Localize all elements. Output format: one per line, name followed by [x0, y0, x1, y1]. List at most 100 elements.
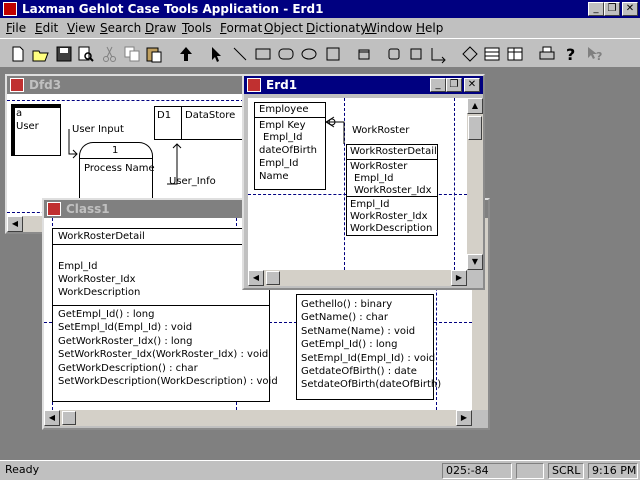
pointer-icon[interactable] — [206, 44, 226, 64]
class-method: GetWorkRoster_Idx() : long — [58, 336, 193, 347]
scroll-right-button[interactable]: ▶ — [456, 410, 472, 426]
scroll-thumb[interactable] — [62, 411, 76, 425]
save-icon[interactable] — [54, 44, 74, 64]
copy-icon[interactable] — [122, 44, 142, 64]
erd-window-icon[interactable] — [247, 78, 261, 92]
square-icon[interactable] — [323, 44, 343, 64]
scroll-thumb[interactable] — [266, 271, 280, 285]
menu-draw[interactable]: Draw — [145, 21, 176, 35]
printer-icon[interactable] — [537, 44, 557, 64]
class-method: SetEmpl_Id(Empl_Id) : void — [58, 322, 193, 333]
scroll-up-button[interactable]: ▲ — [467, 98, 483, 114]
status-text: Ready — [5, 463, 40, 476]
class-attribute: WorkDescription — [58, 287, 141, 298]
dfd-window-icon[interactable] — [10, 78, 24, 92]
paste-icon[interactable] — [144, 44, 164, 64]
flow-label-user-info: User_Info — [169, 176, 216, 187]
class-method: GetEmpl_Id() : long — [301, 339, 398, 350]
status-coordinates: 025:-84 — [442, 463, 512, 479]
class-name: WorkRosterDetail — [58, 231, 145, 242]
class-method: Gethello() : binary — [301, 299, 393, 310]
scroll-left-button[interactable]: ◀ — [7, 216, 23, 232]
class-method: GetdateOfBirth() : date — [301, 366, 417, 377]
diamond-icon[interactable] — [460, 44, 480, 64]
erd1-title-bar[interactable]: Erd1 _ ❐ ✕ — [244, 76, 483, 94]
menu-window[interactable]: Window — [365, 21, 412, 35]
scroll-right-button[interactable]: ▶ — [451, 270, 467, 286]
close-button[interactable]: ✕ — [622, 2, 638, 16]
print-preview-icon[interactable] — [76, 44, 96, 64]
erd1-minimize-button[interactable]: _ — [430, 78, 446, 92]
class-attribute: WorkRoster_Idx — [58, 274, 136, 285]
process-bubble[interactable]: 1 Process Name — [79, 142, 155, 198]
scroll-thumb[interactable] — [468, 116, 482, 140]
ellipse-icon[interactable] — [299, 44, 319, 64]
app-title-bar[interactable]: Laxman Gehlot Case Tools Application - E… — [0, 0, 640, 18]
class-method: SetEmpl_Id(Empl_Id) : void — [301, 353, 436, 364]
class1-title: Class1 — [66, 202, 110, 216]
class-method: SetdateOfBirth(dateOfBirth) — [301, 379, 442, 390]
relationship-label: WorkRoster — [352, 125, 410, 136]
class-method: SetWorkDescription(WorkDescription) : vo… — [58, 376, 278, 387]
open-icon[interactable] — [31, 44, 51, 64]
erd1-vscrollbar[interactable]: ▲ ▼ — [467, 98, 483, 270]
class-box-workrosterdetail[interactable]: WorkRosterDetail Empl_Id WorkRoster_Idx … — [52, 228, 278, 402]
erd1-close-button[interactable]: ✕ — [464, 78, 480, 92]
svg-text:?: ? — [596, 50, 602, 63]
menu-bar: File Edit View Search Draw Tools Format … — [0, 18, 640, 38]
erd1-window[interactable]: Erd1 _ ❐ ✕ Employee Empl Key Empl_Id dat… — [242, 74, 485, 290]
rounded-rect-icon[interactable] — [276, 44, 296, 64]
list-box-icon[interactable] — [482, 44, 502, 64]
scroll-down-button[interactable]: ▼ — [467, 254, 483, 270]
menu-object[interactable]: Object — [264, 21, 303, 35]
menu-dictionary[interactable]: Dictionaty — [306, 21, 367, 35]
table-icon[interactable] — [505, 44, 525, 64]
scroll-left-button[interactable]: ◀ — [248, 270, 264, 286]
class-method: GetWorkDescription() : char — [58, 363, 198, 374]
datastore-id: D1 — [157, 110, 172, 121]
erd1-title: Erd1 — [266, 78, 298, 92]
rounded-square-icon[interactable] — [384, 44, 404, 64]
class-window-icon[interactable] — [47, 202, 61, 216]
app-title: Laxman Gehlot Case Tools Application - E… — [22, 2, 324, 16]
entity-field: Empl_Id — [354, 173, 394, 184]
class-box-employee[interactable]: Gethello() : binary GetName() : char Set… — [296, 294, 441, 400]
menu-tools[interactable]: Tools — [182, 21, 212, 35]
data-store[interactable]: D1 DataStore — [154, 106, 244, 140]
entity-field: Empl_Id — [350, 199, 390, 210]
toolbar: ? ? — [0, 38, 640, 68]
context-help-icon[interactable]: ? — [585, 44, 605, 64]
menu-view[interactable]: View — [67, 21, 95, 35]
class-method: SetWorkRoster_Idx(WorkRoster_Idx) : void — [58, 349, 269, 360]
class-method: GetName() : char — [301, 312, 388, 323]
process-number: 1 — [112, 145, 119, 156]
rectangle-icon[interactable] — [253, 44, 273, 64]
class-method: GetEmpl_Id() : long — [58, 309, 155, 320]
erd1-hscrollbar[interactable]: ◀ ▶ — [248, 270, 467, 286]
menu-file[interactable]: File — [6, 21, 26, 35]
erd1-canvas[interactable]: Employee Empl Key Empl_Id dateOfBirth Em… — [248, 98, 467, 270]
menu-help[interactable]: Help — [416, 21, 443, 35]
line-icon[interactable] — [230, 44, 250, 64]
datastore-name: DataStore — [185, 110, 236, 121]
status-scroll-lock: SCRL — [548, 463, 584, 479]
app-icon[interactable] — [3, 2, 17, 16]
scroll-left-button[interactable]: ◀ — [44, 410, 60, 426]
minimize-button[interactable]: _ — [588, 2, 604, 16]
restore-button[interactable]: ❐ — [604, 2, 620, 16]
class1-hscrollbar[interactable]: ◀ ▶ — [44, 410, 472, 426]
menu-format[interactable]: Format — [220, 21, 262, 35]
square-small-icon[interactable] — [354, 44, 374, 64]
status-clock: 9:16 PM — [588, 463, 638, 479]
menu-search[interactable]: Search — [100, 21, 141, 35]
small-rect-icon[interactable] — [406, 44, 426, 64]
new-icon[interactable] — [8, 44, 28, 64]
arrow-up-icon[interactable] — [176, 44, 196, 64]
connector-icon[interactable] — [428, 44, 448, 64]
menu-edit[interactable]: Edit — [35, 21, 58, 35]
entity-field: WorkRoster — [350, 161, 408, 172]
cut-icon[interactable] — [100, 44, 120, 64]
help-icon[interactable]: ? — [561, 44, 581, 64]
erd1-maximize-button[interactable]: ❐ — [446, 78, 462, 92]
entity-workrosterdetail[interactable]: WorkRosterDetail WorkRoster Empl_Id Work… — [346, 144, 438, 236]
